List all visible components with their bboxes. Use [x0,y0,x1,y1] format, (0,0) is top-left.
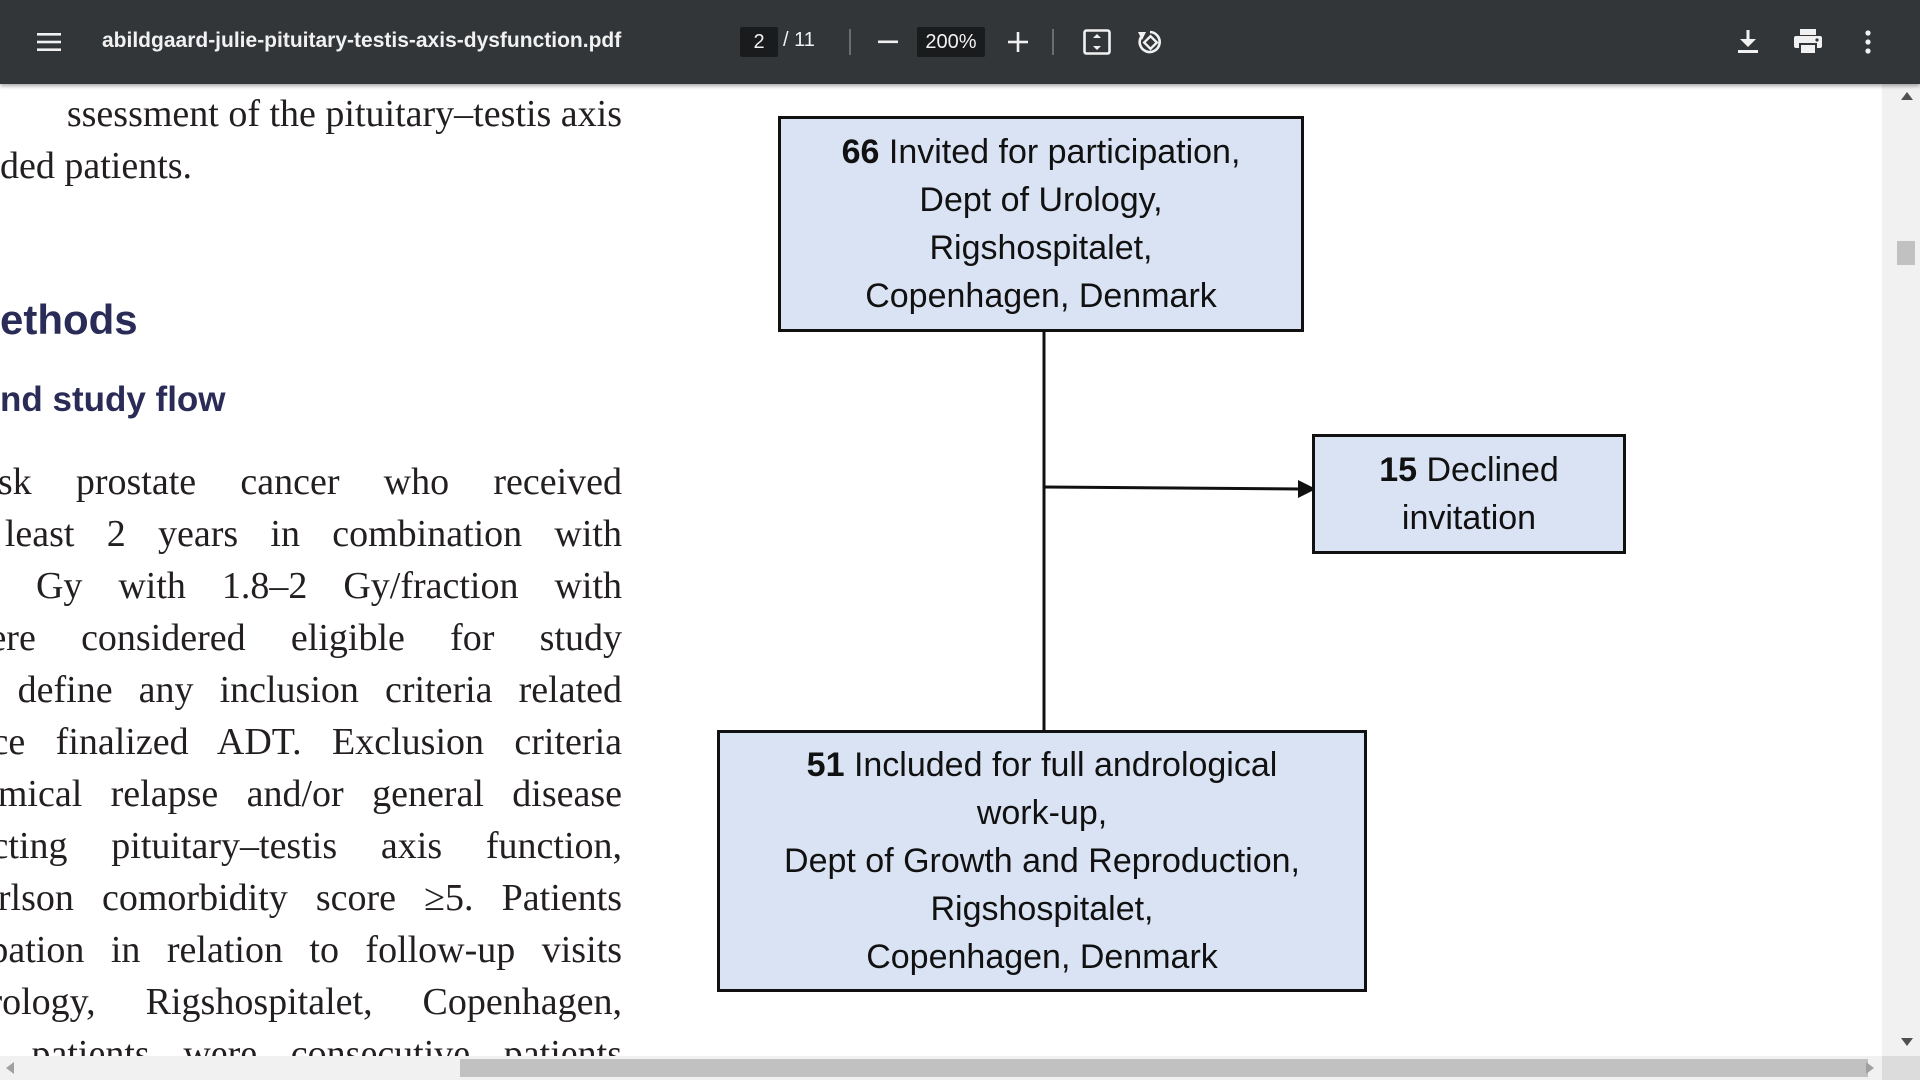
study-flow-diagram: 66 Invited for participation, Dept of Ur… [0,84,1882,1056]
fit-to-page-icon[interactable] [1077,22,1117,62]
flow-box-included: 51 Included for full andrological work-u… [717,730,1367,992]
horizontal-scroll-thumb[interactable] [460,1059,1868,1077]
page-number-input[interactable]: 2 [740,27,778,57]
included-hospital: Rigshospitalet, [930,890,1154,928]
included-label: Included for full andrological [853,746,1278,784]
included-dept: Dept of Growth and Reproduction, [784,842,1300,880]
invited-count: 66 [841,133,880,171]
scroll-left-arrow-icon[interactable] [6,1062,14,1074]
hamburger-menu-icon[interactable] [30,22,70,62]
minus-icon[interactable] [868,22,908,62]
declined-count: 15 [1379,451,1418,489]
invited-hospital: Rigshospitalet, [929,229,1153,267]
vertical-scroll-thumb[interactable] [1897,241,1915,265]
download-icon[interactable] [1728,22,1768,62]
declined-label-2: invitation [1401,499,1537,537]
scrollbar-corner [1882,1056,1920,1080]
document-title: abildgaard-julie-pituitary-testis-axis-d… [102,29,622,52]
plus-icon[interactable] [998,22,1038,62]
flow-box-declined: 15 Declined invitation [1312,434,1626,554]
included-workup: work-up, [976,794,1108,832]
pdf-viewport[interactable]: ssessment of the pituitary–testis axis d… [0,84,1882,1056]
zoom-level-input[interactable]: 200% [917,27,985,57]
pdf-toolbar: abildgaard-julie-pituitary-testis-axis-d… [0,0,1920,84]
included-city: Copenhagen, Denmark [866,938,1218,976]
scroll-down-arrow-icon[interactable] [1901,1038,1913,1046]
invited-label: Invited for participation, [888,133,1241,171]
declined-label: Declined [1426,451,1559,489]
rotate-counterclockwise-icon[interactable] [1130,22,1170,62]
scroll-right-arrow-icon[interactable] [1866,1062,1874,1074]
horizontal-scrollbar[interactable] [0,1056,1882,1080]
toolbar-divider [1052,29,1054,55]
toolbar-divider [849,29,851,55]
flow-box-invited: 66 Invited for participation, Dept of Ur… [778,116,1304,332]
print-icon[interactable] [1788,22,1828,62]
included-count: 51 [806,746,845,784]
more-vertical-icon[interactable] [1848,22,1888,62]
invited-dept: Dept of Urology, [919,181,1163,219]
scroll-up-arrow-icon[interactable] [1901,92,1913,100]
vertical-scrollbar[interactable] [1882,84,1920,1056]
invited-city: Copenhagen, Denmark [865,277,1217,315]
page-total: / 11 [783,29,815,51]
